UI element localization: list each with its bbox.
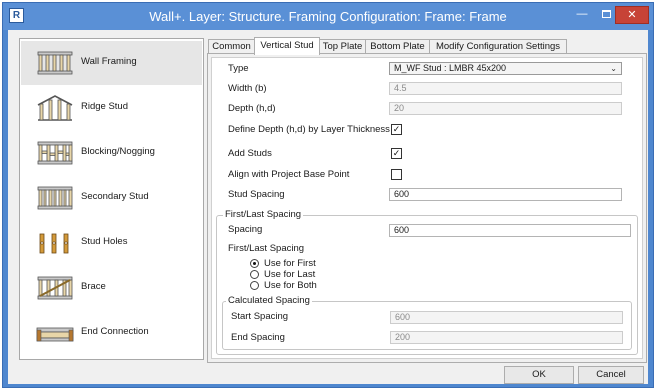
window-title: Wall+. Layer: Structure. Framing Configu… xyxy=(149,9,507,24)
type-label: Type xyxy=(228,63,249,74)
align-label: Align with Project Base Point xyxy=(228,169,350,180)
nav-item-blocking[interactable]: Blocking/Nogging xyxy=(21,131,202,175)
dialog-body: Wall Framing Ridge Stud Blocking/Nogging… xyxy=(8,30,648,384)
depth-label: Depth (h,d) xyxy=(228,103,276,114)
category-list: Wall Framing Ridge Stud Blocking/Nogging… xyxy=(19,38,204,360)
depth-field: 20 xyxy=(389,102,622,115)
minimize-button[interactable]: — xyxy=(571,6,593,24)
align-checkbox[interactable] xyxy=(391,169,402,180)
width-field: 4.5 xyxy=(389,82,622,95)
add-studs-label: Add Studs xyxy=(228,148,272,159)
blocking-icon xyxy=(37,141,73,165)
add-studs-checkbox[interactable]: ✓ xyxy=(391,148,402,159)
stud-holes-icon xyxy=(39,233,69,254)
define-depth-label: Define Depth (h,d) by Layer Thickness xyxy=(228,124,390,135)
calculated-spacing-group: Calculated Spacing Start Spacing 600 End… xyxy=(222,295,632,350)
tab-top-plate[interactable]: Top Plate xyxy=(319,39,366,54)
wall-framing-icon xyxy=(37,51,73,75)
use-for-last-radio[interactable] xyxy=(250,270,259,279)
type-dropdown-value: M_WF Stud : LMBR 45x200 xyxy=(394,63,507,73)
end-connection-icon xyxy=(36,327,74,342)
nav-item-stud-holes[interactable]: Stud Holes xyxy=(21,221,202,265)
nav-label: Blocking/Nogging xyxy=(81,146,155,157)
use-for-first-label: Use for First xyxy=(264,258,316,269)
define-depth-checkbox[interactable]: ✓ xyxy=(391,124,402,135)
chevron-down-icon: ⌄ xyxy=(610,64,617,73)
stud-spacing-label: Stud Spacing xyxy=(228,189,285,200)
nav-item-secondary-stud[interactable]: Secondary Stud xyxy=(21,176,202,220)
nav-label: Brace xyxy=(81,281,106,292)
tab-modify-configuration[interactable]: Modify Configuration Settings xyxy=(429,39,567,54)
first-last-spacing-field[interactable]: 600 xyxy=(389,224,631,237)
maximize-icon xyxy=(601,10,611,18)
start-spacing-label: Start Spacing xyxy=(231,311,289,322)
spacing-label: Spacing xyxy=(228,224,263,235)
vertical-stud-settings: Type M_WF Stud : LMBR 45x200 ⌄ Width (b)… xyxy=(211,57,643,359)
nav-label: Ridge Stud xyxy=(81,101,129,112)
nav-label: Secondary Stud xyxy=(81,191,149,202)
cancel-button[interactable]: Cancel xyxy=(578,366,644,384)
use-for-first-radio[interactable] xyxy=(250,259,259,268)
nav-item-wall-framing[interactable]: Wall Framing xyxy=(21,41,202,85)
brace-icon xyxy=(37,276,73,300)
nav-item-ridge-stud[interactable]: Ridge Stud xyxy=(21,86,202,130)
nav-label: Stud Holes xyxy=(81,236,128,247)
use-for-both-label: Use for Both xyxy=(264,280,317,291)
secondary-stud-icon xyxy=(37,186,73,210)
ok-button[interactable]: OK xyxy=(504,366,574,384)
nav-label: End Connection xyxy=(81,326,149,337)
first-last-options-label: First/Last Spacing xyxy=(228,243,305,254)
width-label: Width (b) xyxy=(228,83,267,94)
tab-bottom-plate[interactable]: Bottom Plate xyxy=(365,39,430,54)
ridge-stud-icon xyxy=(37,95,73,121)
type-dropdown[interactable]: M_WF Stud : LMBR 45x200 ⌄ xyxy=(389,62,622,75)
first-last-spacing-title: First/Last Spacing xyxy=(223,209,304,220)
stud-spacing-field[interactable]: 600 xyxy=(389,188,622,201)
close-button[interactable]: ✕ xyxy=(615,6,649,24)
use-for-last-label: Use for Last xyxy=(264,269,316,280)
dialog-window: R Wall+. Layer: Structure. Framing Confi… xyxy=(2,2,654,388)
title-bar[interactable]: R Wall+. Layer: Structure. Framing Confi… xyxy=(3,3,653,30)
tab-vertical-stud[interactable]: Vertical Stud xyxy=(254,37,320,55)
tab-common[interactable]: Common xyxy=(208,39,255,54)
start-spacing-field: 600 xyxy=(390,311,623,324)
end-spacing-field: 200 xyxy=(390,331,623,344)
first-last-spacing-group: First/Last Spacing Spacing 600 First/Las… xyxy=(216,209,638,355)
nav-item-brace[interactable]: Brace xyxy=(21,266,202,310)
tab-panel: Type M_WF Stud : LMBR 45x200 ⌄ Width (b)… xyxy=(207,53,647,363)
nav-label: Wall Framing xyxy=(81,56,137,67)
calculated-spacing-title: Calculated Spacing xyxy=(226,295,312,306)
nav-item-end-connection[interactable]: End Connection xyxy=(21,311,202,355)
use-for-both-radio[interactable] xyxy=(250,281,259,290)
maximize-button[interactable] xyxy=(595,6,617,24)
end-spacing-label: End Spacing xyxy=(231,332,285,343)
